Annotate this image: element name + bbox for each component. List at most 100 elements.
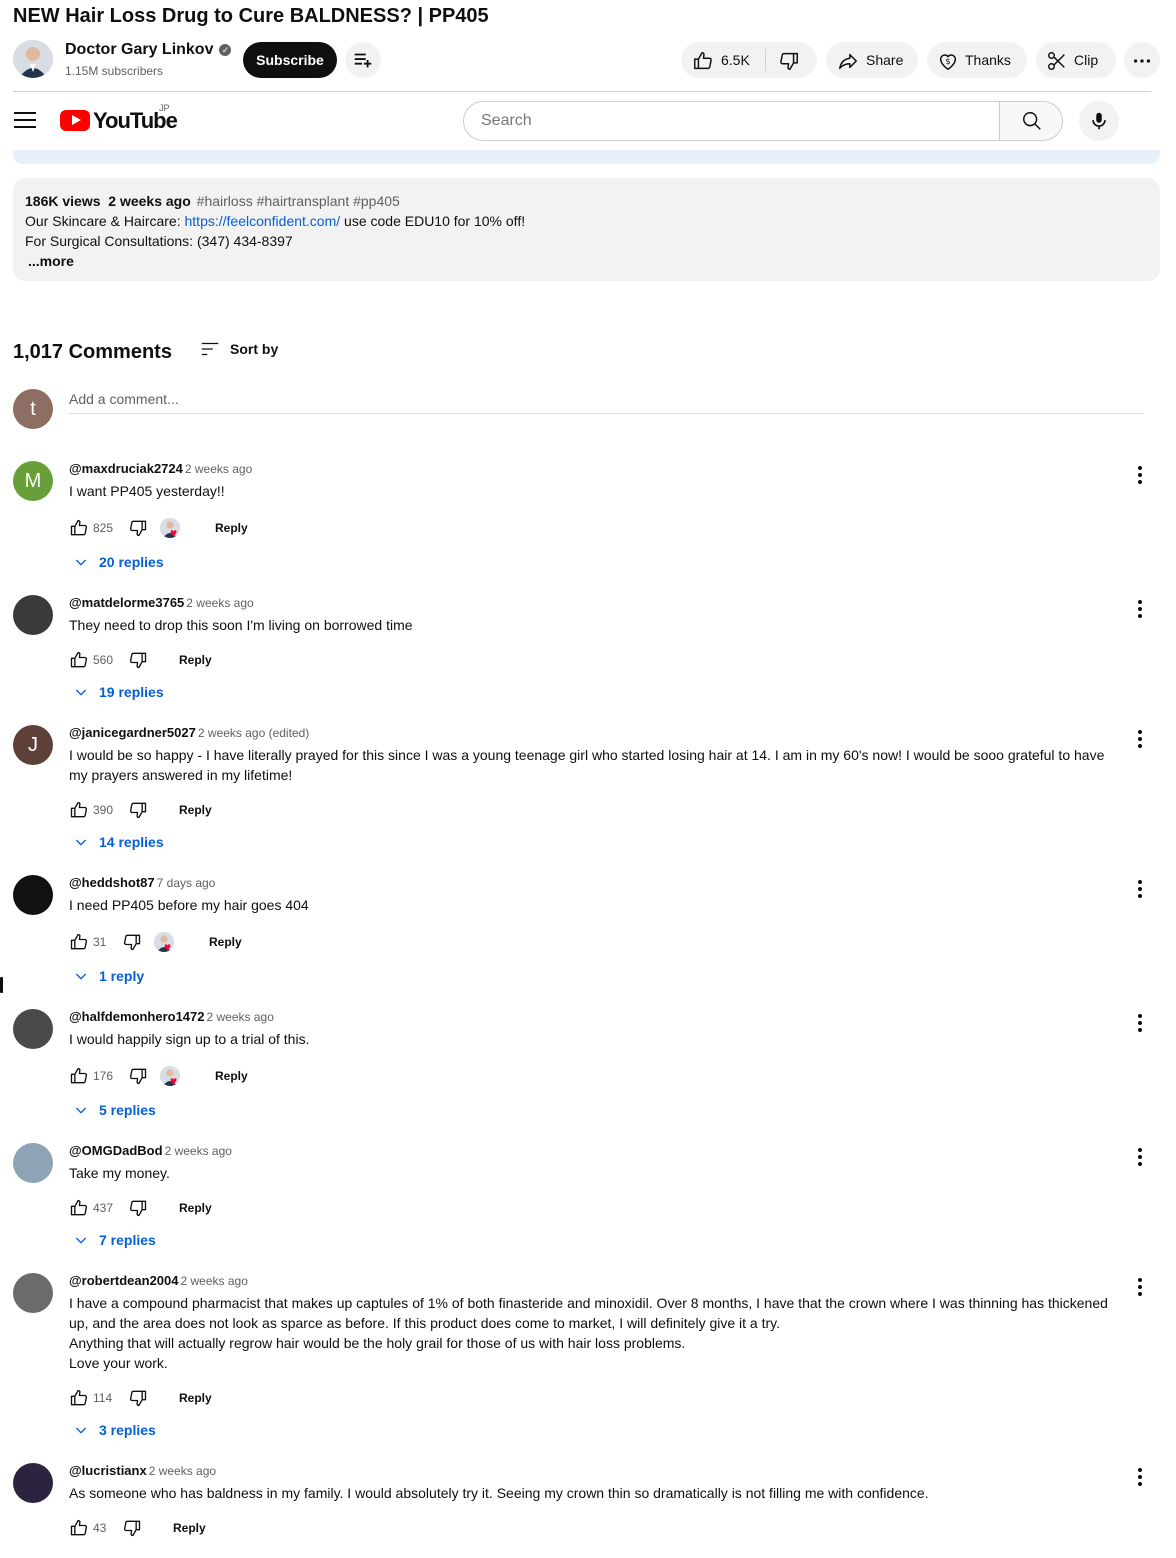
thumb-down-icon[interactable] <box>128 650 148 670</box>
comment-avatar[interactable]: M <box>13 461 53 501</box>
feelconfident-link[interactable]: https://feelconfident.com/ <box>185 213 341 229</box>
channel-name[interactable]: Doctor Gary Linkov ✓ <box>65 41 232 59</box>
menu-icon[interactable] <box>14 110 36 128</box>
comment-header: @heddshot87 7 days ago <box>69 875 215 890</box>
comment-timestamp[interactable]: 2 weeks ago <box>185 462 252 476</box>
add-comment-input[interactable]: Add a comment... <box>69 390 1144 414</box>
comments-header: 1,017 Comments Sort by <box>13 338 413 368</box>
thumb-down-icon[interactable] <box>128 1198 148 1218</box>
verified-icon: ✓ <box>219 44 232 56</box>
channel-avatar[interactable] <box>13 40 53 78</box>
comment-author[interactable]: @janicegardner5027 <box>69 725 196 740</box>
comment-menu-icon[interactable] <box>1130 727 1150 749</box>
thumb-up-icon[interactable] <box>69 932 89 952</box>
voice-search-button[interactable] <box>1079 101 1119 141</box>
scroll-marker <box>0 977 3 993</box>
thumb-up-icon[interactable] <box>69 1518 89 1538</box>
reply-button[interactable]: Reply <box>215 1069 248 1083</box>
reply-button[interactable]: Reply <box>215 521 248 535</box>
add-to-playlist-button[interactable] <box>345 42 381 78</box>
comment-timestamp[interactable]: 2 weeks ago <box>207 1010 274 1024</box>
like-dislike-group: 6.5K <box>681 42 817 78</box>
reply-button[interactable]: Reply <box>209 935 242 949</box>
creator-heart-icon: ♥ <box>152 930 176 954</box>
sort-icon <box>201 342 219 356</box>
thumb-down-icon[interactable] <box>128 1388 148 1408</box>
microphone-icon <box>1092 112 1106 130</box>
reply-button[interactable]: Reply <box>179 1391 212 1405</box>
clip-button[interactable]: Clip <box>1036 42 1116 78</box>
comment-avatar[interactable] <box>13 1143 53 1183</box>
like-count[interactable]: 6.5K <box>721 42 750 78</box>
comment-header: @halfdemonhero1472 2 weeks ago <box>69 1009 274 1024</box>
subscribe-button[interactable]: Subscribe <box>243 42 337 78</box>
comment-menu-icon[interactable] <box>1130 1011 1150 1033</box>
thumb-up-icon[interactable] <box>69 1066 89 1086</box>
comment-timestamp[interactable]: 2 weeks ago (edited) <box>198 726 309 740</box>
comment-timestamp[interactable]: 2 weeks ago <box>149 1464 216 1478</box>
thumb-down-icon[interactable] <box>128 800 148 820</box>
description-meta: 186K views 2 weeks ago #hairloss #hairtr… <box>25 191 1148 211</box>
comment-menu-icon[interactable] <box>1130 597 1150 619</box>
comment-author[interactable]: @halfdemonhero1472 <box>69 1009 205 1024</box>
thumb-up-icon[interactable] <box>69 800 89 820</box>
video-title: NEW Hair Loss Drug to Cure BALDNESS? | P… <box>13 5 489 27</box>
comment-actions: 114 Reply <box>69 1386 469 1410</box>
comment-thread: @matdelorme3765 2 weeks ago They need to d… <box>13 595 1163 725</box>
comment-author[interactable]: @heddshot87 <box>69 875 155 890</box>
comment-header: @maxdruciak2724 2 weeks ago <box>69 461 252 476</box>
channel-name-text[interactable]: Doctor Gary Linkov <box>65 41 213 58</box>
reply-button[interactable]: Reply <box>179 803 212 817</box>
comment-menu-icon[interactable] <box>1130 877 1150 899</box>
reply-button[interactable]: Reply <box>179 1201 212 1215</box>
thumb-up-icon[interactable] <box>69 518 89 538</box>
comment-avatar[interactable] <box>13 595 53 635</box>
comment-timestamp[interactable]: 2 weeks ago <box>165 1144 232 1158</box>
comment-timestamp[interactable]: 2 weeks ago <box>181 1274 248 1288</box>
comment-actions: 437 Reply <box>69 1196 469 1220</box>
comment-author[interactable]: @matdelorme3765 <box>69 595 184 610</box>
comment-like-count: 825 <box>93 521 114 535</box>
thumb-up-icon[interactable] <box>69 1388 89 1408</box>
comment-menu-icon[interactable] <box>1130 1275 1150 1297</box>
comment-thread: M @maxdruciak2724 2 weeks ago I want PP405 … <box>13 461 1163 595</box>
hashtags[interactable]: #hairloss #hairtransplant #pp405 <box>197 193 400 209</box>
comment-author[interactable]: @robertdean2004 <box>69 1273 179 1288</box>
comment-text: They need to drop this soon I'm living o… <box>69 617 413 633</box>
more-actions-button[interactable] <box>1124 42 1160 78</box>
comment-author[interactable]: @OMGDadBod <box>69 1143 163 1158</box>
thumb-down-icon[interactable] <box>778 50 800 72</box>
search-button[interactable] <box>999 101 1063 141</box>
comment-avatar[interactable] <box>13 1273 53 1313</box>
comment-author[interactable]: @maxdruciak2724 <box>69 461 183 476</box>
thumb-down-icon[interactable] <box>122 1518 142 1538</box>
comment-author[interactable]: @lucristianx <box>69 1463 147 1478</box>
thumb-down-icon[interactable] <box>122 932 142 952</box>
description-line-1-prefix: Our Skincare & Haircare: <box>25 213 185 229</box>
search-input[interactable]: Search <box>463 101 1000 141</box>
comment-menu-icon[interactable] <box>1130 463 1150 485</box>
comment-avatar[interactable]: J <box>13 725 53 765</box>
thumb-up-icon[interactable] <box>69 650 89 670</box>
reply-button[interactable]: Reply <box>179 653 212 667</box>
comment-menu-icon[interactable] <box>1130 1465 1150 1487</box>
description-more-button[interactable]: ...more <box>28 253 74 269</box>
comment-menu-icon[interactable] <box>1130 1145 1150 1167</box>
comment-avatar[interactable] <box>13 1009 53 1049</box>
comment-avatar[interactable] <box>13 1463 53 1503</box>
view-count: 186K views <box>25 193 101 209</box>
thumb-up-icon[interactable] <box>692 50 714 72</box>
comment-timestamp[interactable]: 7 days ago <box>157 876 216 890</box>
thumb-up-icon[interactable] <box>69 1198 89 1218</box>
reply-button[interactable]: Reply <box>173 1521 206 1535</box>
thanks-button[interactable]: $ Thanks <box>927 42 1027 78</box>
description-box[interactable]: 186K views 2 weeks ago #hairloss #hairtr… <box>13 178 1160 281</box>
thumb-down-icon[interactable] <box>128 518 148 538</box>
comment-actions: 390 Reply <box>69 798 469 822</box>
thumb-down-icon[interactable] <box>128 1066 148 1086</box>
comment-timestamp[interactable]: 2 weeks ago <box>186 596 253 610</box>
comment-avatar[interactable] <box>13 875 53 915</box>
share-label: Share <box>866 52 904 68</box>
chevron-down-icon <box>75 1427 87 1434</box>
share-button[interactable]: Share <box>826 42 918 78</box>
